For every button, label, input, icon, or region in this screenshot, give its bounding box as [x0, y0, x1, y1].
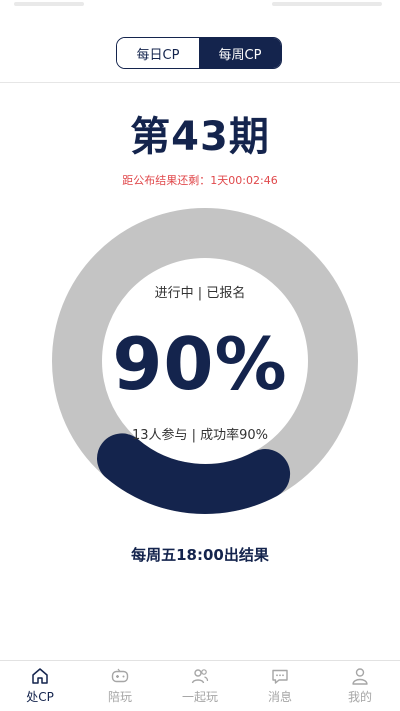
bottom-tab-bar: 处CP 陪玩 一起玩 消息 我的 [0, 660, 400, 711]
message-icon [272, 669, 288, 684]
ring-stats-text: 13人参与 | 成功率90% [131, 428, 269, 443]
status-bar-left [14, 2, 84, 6]
status-bar-right [272, 2, 382, 6]
profile-icon [352, 668, 368, 685]
weekly-cp-tab[interactable]: 每周CP [199, 38, 281, 68]
result-schedule-note: 每周五18:00出结果 [131, 546, 269, 564]
tab-label: 我的 [347, 690, 372, 704]
tab-label: 处CP [26, 690, 54, 704]
countdown-text: 距公布结果还剩：1天00:02:46 [122, 174, 278, 187]
tab-play[interactable]: 陪玩 [80, 661, 160, 711]
tab-messages[interactable]: 消息 [240, 661, 320, 711]
home-icon [32, 668, 48, 684]
tab-together[interactable]: 一起玩 [160, 661, 240, 711]
tab-label: 消息 [267, 690, 292, 704]
tab-label: 陪玩 [107, 690, 132, 704]
daily-cp-tab[interactable]: 每日CP [117, 38, 199, 68]
period-title: 第43期 [130, 114, 270, 160]
ring-status-text: 进行中 | 已报名 [154, 286, 246, 301]
users-icon [191, 669, 209, 684]
status-bar [0, 0, 400, 18]
ring-percent: 90% [112, 322, 288, 406]
tab-cp[interactable]: 处CP [0, 661, 80, 711]
gamepad-icon [111, 668, 129, 683]
tab-me[interactable]: 我的 [320, 661, 400, 711]
tab-label: 一起玩 [181, 690, 218, 704]
header-divider [0, 82, 400, 83]
period-type-toggle: 每日CP 每周CP [116, 37, 282, 69]
